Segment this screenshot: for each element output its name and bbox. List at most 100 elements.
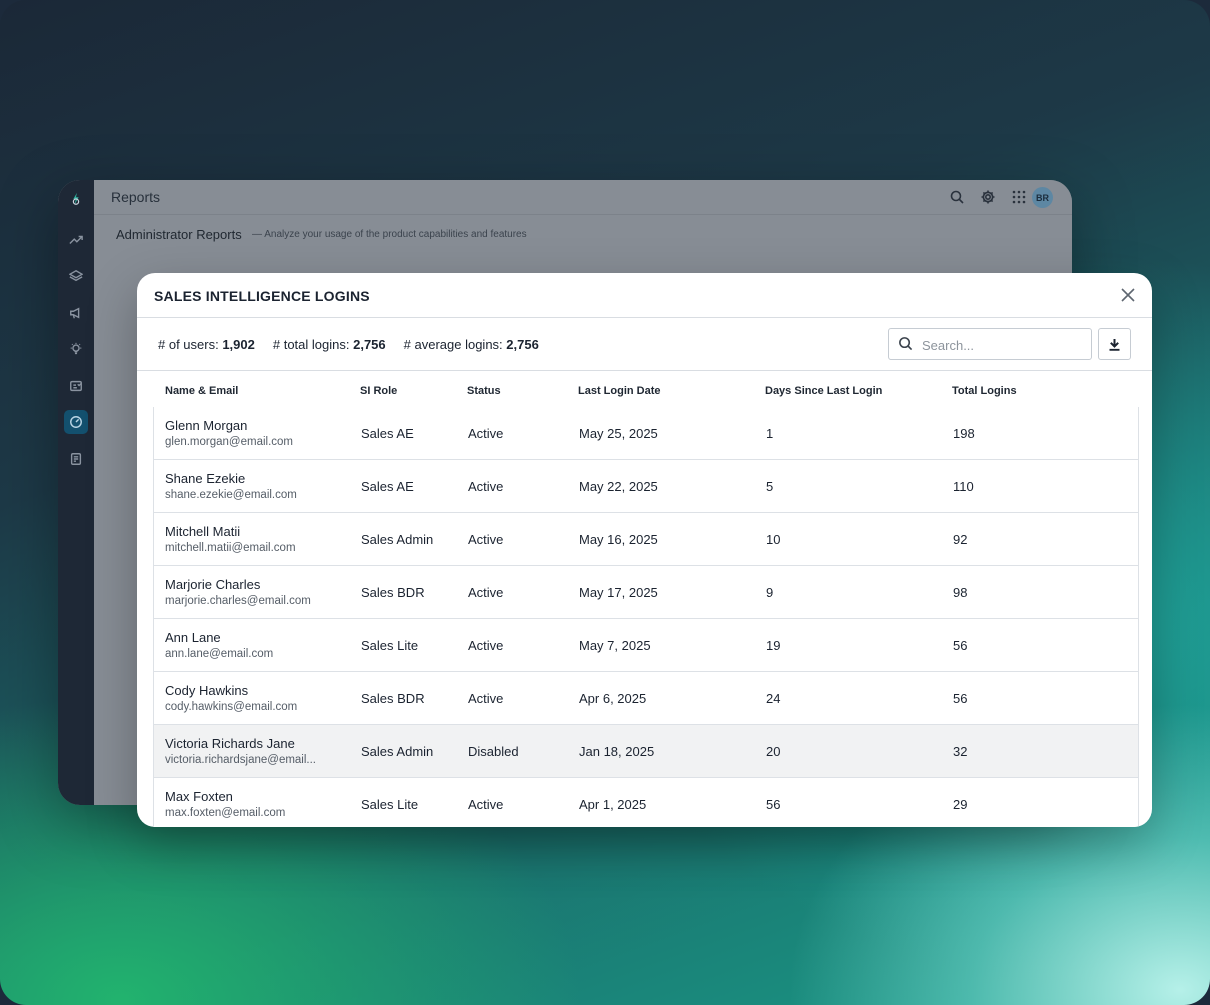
page-title: Reports xyxy=(111,189,161,205)
column-header-name[interactable]: Name & Email xyxy=(165,385,238,397)
table-header: Name & Email SI Role Status Last Login D… xyxy=(153,371,1139,408)
modal-title: SALES INTELLIGENCE LOGINS xyxy=(154,288,370,304)
days-since-login: 9 xyxy=(766,585,774,600)
total-logins-stat: # total logins: 2,756 xyxy=(273,337,386,352)
layers-icon[interactable] xyxy=(64,264,88,288)
column-header-last-login[interactable]: Last Login Date xyxy=(578,385,661,397)
average-logins-stat: # average logins: 2,756 xyxy=(404,337,539,352)
section-subtitle: — Analyze your usage of the product capa… xyxy=(252,229,527,240)
last-login-date: Jan 18, 2025 xyxy=(579,744,655,759)
gauge-icon[interactable] xyxy=(64,410,88,434)
si-role: Sales Lite xyxy=(361,797,419,812)
user-email: ann.lane@email.com xyxy=(165,648,274,660)
user-name: Victoria Richards Jane xyxy=(165,736,295,751)
apps-grid-icon[interactable] xyxy=(1011,189,1027,205)
si-role: Sales Admin xyxy=(361,744,434,759)
average-logins-label: # average logins: xyxy=(403,337,503,352)
search-icon xyxy=(898,336,913,351)
user-email: shane.ezekie@email.com xyxy=(165,489,297,501)
close-button[interactable] xyxy=(1119,286,1137,304)
search-box[interactable] xyxy=(888,328,1092,360)
search-input[interactable] xyxy=(920,334,1084,356)
user-email: glen.morgan@email.com xyxy=(165,436,294,448)
last-login-date: May 7, 2025 xyxy=(579,638,651,653)
stats-bar: # of users: 1,902 # total logins: 2,756 … xyxy=(137,318,1152,371)
lightbulb-icon[interactable] xyxy=(64,337,88,361)
logo-icon[interactable] xyxy=(64,187,88,211)
user-email: mitchell.matii@email.com xyxy=(165,542,296,554)
table-row[interactable]: Marjorie Charles marjorie.charles@email.… xyxy=(153,566,1139,619)
users-stat-value: 1,902 xyxy=(222,337,255,352)
days-since-login: 1 xyxy=(766,426,774,441)
days-since-login: 56 xyxy=(766,797,781,812)
total-logins: 56 xyxy=(953,638,968,653)
column-header-status[interactable]: Status xyxy=(467,385,501,397)
user-name: Cody Hawkins xyxy=(165,683,249,698)
last-login-date: May 25, 2025 xyxy=(579,426,658,441)
modal-header: SALES INTELLIGENCE LOGINS xyxy=(137,273,1152,318)
user-email: victoria.richardsjane@email... xyxy=(165,754,317,766)
gear-icon[interactable] xyxy=(980,189,996,205)
total-logins: 198 xyxy=(953,426,975,441)
status: Active xyxy=(468,532,504,547)
column-header-days-since[interactable]: Days Since Last Login xyxy=(765,385,882,397)
last-login-date: May 17, 2025 xyxy=(579,585,658,600)
last-login-date: Apr 6, 2025 xyxy=(579,691,647,706)
column-header-role[interactable]: SI Role xyxy=(360,385,397,397)
total-logins: 32 xyxy=(953,744,968,759)
days-since-login: 20 xyxy=(766,744,781,759)
si-role: Sales AE xyxy=(361,479,414,494)
si-role: Sales BDR xyxy=(361,691,425,706)
average-logins-value: 2,756 xyxy=(506,337,539,352)
trending-icon[interactable] xyxy=(64,228,88,252)
users-stat: # of users: 1,902 xyxy=(158,337,255,352)
megaphone-icon[interactable] xyxy=(64,301,88,325)
user-name: Shane Ezekie xyxy=(165,471,246,486)
si-role: Sales Lite xyxy=(361,638,419,653)
user-name: Marjorie Charles xyxy=(165,577,261,592)
document-check-icon[interactable] xyxy=(64,374,88,398)
days-since-login: 5 xyxy=(766,479,774,494)
logins-modal: SALES INTELLIGENCE LOGINS # of users: 1,… xyxy=(137,273,1152,827)
download-button[interactable] xyxy=(1098,328,1131,360)
total-logins: 110 xyxy=(953,479,974,494)
top-bar: Reports BR xyxy=(94,180,1072,215)
total-logins: 98 xyxy=(953,585,968,600)
user-email: marjorie.charles@email.com xyxy=(165,595,311,607)
status: Active xyxy=(468,426,504,441)
column-header-total-logins[interactable]: Total Logins xyxy=(952,385,1017,397)
si-role: Sales Admin xyxy=(361,532,434,547)
section-title: Administrator Reports xyxy=(116,227,242,242)
total-logins: 56 xyxy=(953,691,968,706)
last-login-date: Apr 1, 2025 xyxy=(579,797,647,812)
days-since-login: 10 xyxy=(766,532,781,547)
status: Disabled xyxy=(468,744,519,759)
avatar[interactable]: BR xyxy=(1032,187,1053,208)
user-email: max.foxten@email.com xyxy=(165,807,286,819)
table-row[interactable]: Max Foxten max.foxten@email.com Sales Li… xyxy=(153,778,1139,827)
days-since-login: 24 xyxy=(766,691,781,706)
summary-stats: # of users: 1,902 # total logins: 2,756 … xyxy=(158,337,539,352)
si-role: Sales BDR xyxy=(361,585,425,600)
table-row[interactable]: Glenn Morgan glen.morgan@email.com Sales… xyxy=(153,407,1139,460)
search-icon[interactable] xyxy=(949,189,965,205)
table-row[interactable]: Victoria Richards Jane victoria.richards… xyxy=(153,725,1139,778)
days-since-login: 19 xyxy=(766,638,781,653)
table-row[interactable]: Shane Ezekie shane.ezekie@email.com Sale… xyxy=(153,460,1139,513)
status: Active xyxy=(468,479,504,494)
total-logins-value: 2,756 xyxy=(353,337,386,352)
user-email: cody.hawkins@email.com xyxy=(165,701,298,713)
close-icon xyxy=(1121,288,1135,302)
report-icon[interactable] xyxy=(64,447,88,471)
user-name: Max Foxten xyxy=(165,789,233,804)
total-logins-label: # total logins: xyxy=(272,337,350,352)
total-logins: 29 xyxy=(953,797,968,812)
status: Active xyxy=(468,585,504,600)
sidebar xyxy=(58,180,94,805)
table-row[interactable]: Cody Hawkins cody.hawkins@email.com Sale… xyxy=(153,672,1139,725)
status: Active xyxy=(468,797,504,812)
table-row[interactable]: Mitchell Matii mitchell.matii@email.com … xyxy=(153,513,1139,566)
download-icon xyxy=(1109,338,1120,351)
table-row[interactable]: Ann Lane ann.lane@email.com Sales Lite A… xyxy=(153,619,1139,672)
last-login-date: May 22, 2025 xyxy=(579,479,658,494)
